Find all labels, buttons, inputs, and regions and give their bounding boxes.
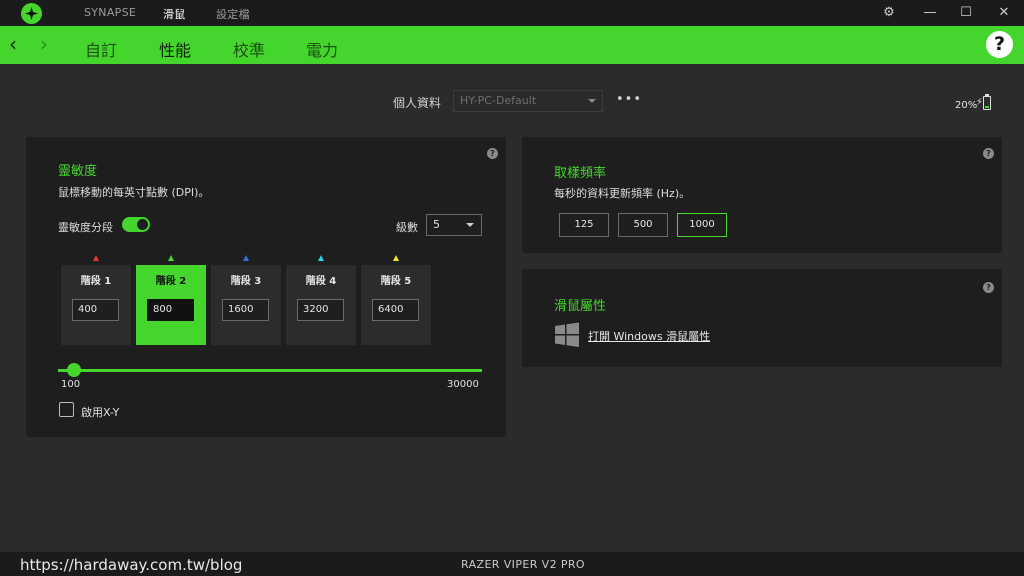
stage-dpi-input[interactable]: 1600 (222, 299, 269, 321)
stage-dpi-input[interactable]: 3200 (297, 299, 344, 321)
stage-label: 階段 1 (80, 276, 112, 287)
sensitivity-description: 鼠標移動的每英寸點數 (DPI)。 (58, 186, 210, 199)
profile-select[interactable]: HY-PC-Default (453, 90, 603, 112)
nav-bar (0, 26, 1024, 64)
minimize-icon[interactable]: — (921, 4, 939, 22)
stage-1[interactable]: 階段 1 400 (61, 265, 131, 345)
back-arrow-icon[interactable]: ‹ (9, 34, 17, 54)
stage-4-indicator-icon (318, 255, 324, 261)
tab-synapse[interactable]: SYNAPSE (84, 6, 136, 19)
stage-3[interactable]: 階段 3 1600 (211, 265, 281, 345)
stage-dpi-input[interactable]: 400 (72, 299, 119, 321)
open-windows-mouse-properties-link[interactable]: 打開 Windows 滑鼠屬性 (588, 328, 710, 344)
enable-xy-checkbox[interactable] (59, 402, 74, 417)
dpi-slider-max: 30000 (447, 379, 479, 390)
polling-description: 每秒的資料更新頻率 (Hz)。 (554, 187, 691, 200)
stage-3-indicator-icon (243, 255, 249, 261)
tab-profiles[interactable]: 設定檔 (216, 6, 250, 22)
stage-dpi-input[interactable]: 800 (147, 299, 194, 321)
stage-label: 階段 3 (230, 276, 262, 287)
dpi-slider-min: 100 (61, 379, 81, 390)
razer-logo-icon[interactable] (21, 3, 42, 24)
tab-mouse[interactable]: 滑鼠 (163, 6, 186, 22)
stage-1-indicator-icon (93, 255, 99, 261)
rate-button-500[interactable]: 500 (618, 213, 668, 237)
chevron-down-icon (588, 99, 596, 103)
stage-dpi-input[interactable]: 6400 (372, 299, 419, 321)
mouse-properties-title: 滑鼠屬性 (554, 299, 607, 314)
rate-button-125[interactable]: 125 (559, 213, 609, 237)
levels-label: 級數 (396, 221, 418, 234)
tab-calibration[interactable]: 校準 (233, 37, 265, 61)
stage-label: 階段 4 (305, 276, 337, 287)
gear-icon[interactable]: ⚙ (880, 4, 898, 22)
levels-select[interactable]: 5 (426, 214, 482, 236)
battery-icon (983, 96, 991, 110)
more-options-icon[interactable]: ••• (616, 92, 642, 107)
dpi-slider-handle[interactable] (67, 363, 81, 377)
forward-arrow-icon[interactable]: › (40, 34, 48, 54)
mouse-properties-help-icon[interactable]: ? (983, 282, 994, 293)
sensitivity-help-icon[interactable]: ? (487, 148, 498, 159)
stage-5-indicator-icon (393, 255, 399, 261)
charging-bolt-icon: ⚡ (976, 97, 984, 108)
tab-customize[interactable]: 自訂 (85, 37, 117, 61)
battery-fill (985, 106, 989, 108)
dpi-slider-track[interactable] (58, 369, 482, 372)
maximize-icon[interactable]: ☐ (957, 4, 975, 22)
stages-toggle[interactable] (122, 217, 150, 232)
watermark-url: https://hardaway.com.tw/blog (20, 556, 243, 574)
profile-label: 個人資料 (393, 96, 442, 110)
chevron-down-icon (466, 223, 474, 227)
title-bar (0, 0, 1024, 26)
stage-5[interactable]: 階段 5 6400 (361, 265, 431, 345)
stage-4[interactable]: 階段 4 3200 (286, 265, 356, 345)
tab-performance[interactable]: 性能 (159, 37, 191, 61)
battery-percent: 20% (955, 100, 978, 111)
device-name: RAZER VIPER V2 PRO (461, 558, 585, 571)
polling-title: 取樣頻率 (554, 166, 607, 181)
sensitivity-title: 靈敏度 (58, 164, 98, 179)
mouse-properties-panel (522, 269, 1002, 367)
stages-toggle-label: 靈敏度分段 (58, 221, 113, 234)
stage-2-indicator-icon (168, 255, 174, 261)
profile-value: HY-PC-Default (460, 94, 537, 107)
close-icon[interactable]: ✕ (995, 4, 1013, 22)
windows-logo-icon (555, 322, 579, 347)
stage-label: 階段 2 (155, 276, 187, 287)
stage-2[interactable]: 階段 2 800 (136, 265, 206, 345)
stage-label: 階段 5 (380, 276, 412, 287)
levels-value: 5 (433, 218, 440, 231)
rate-button-1000[interactable]: 1000 (677, 213, 727, 237)
tab-power[interactable]: 電力 (306, 37, 338, 61)
enable-xy-label: 啟用X-Y (81, 406, 120, 419)
help-icon[interactable]: ? (986, 31, 1013, 58)
toggle-knob (137, 219, 148, 230)
polling-help-icon[interactable]: ? (983, 148, 994, 159)
